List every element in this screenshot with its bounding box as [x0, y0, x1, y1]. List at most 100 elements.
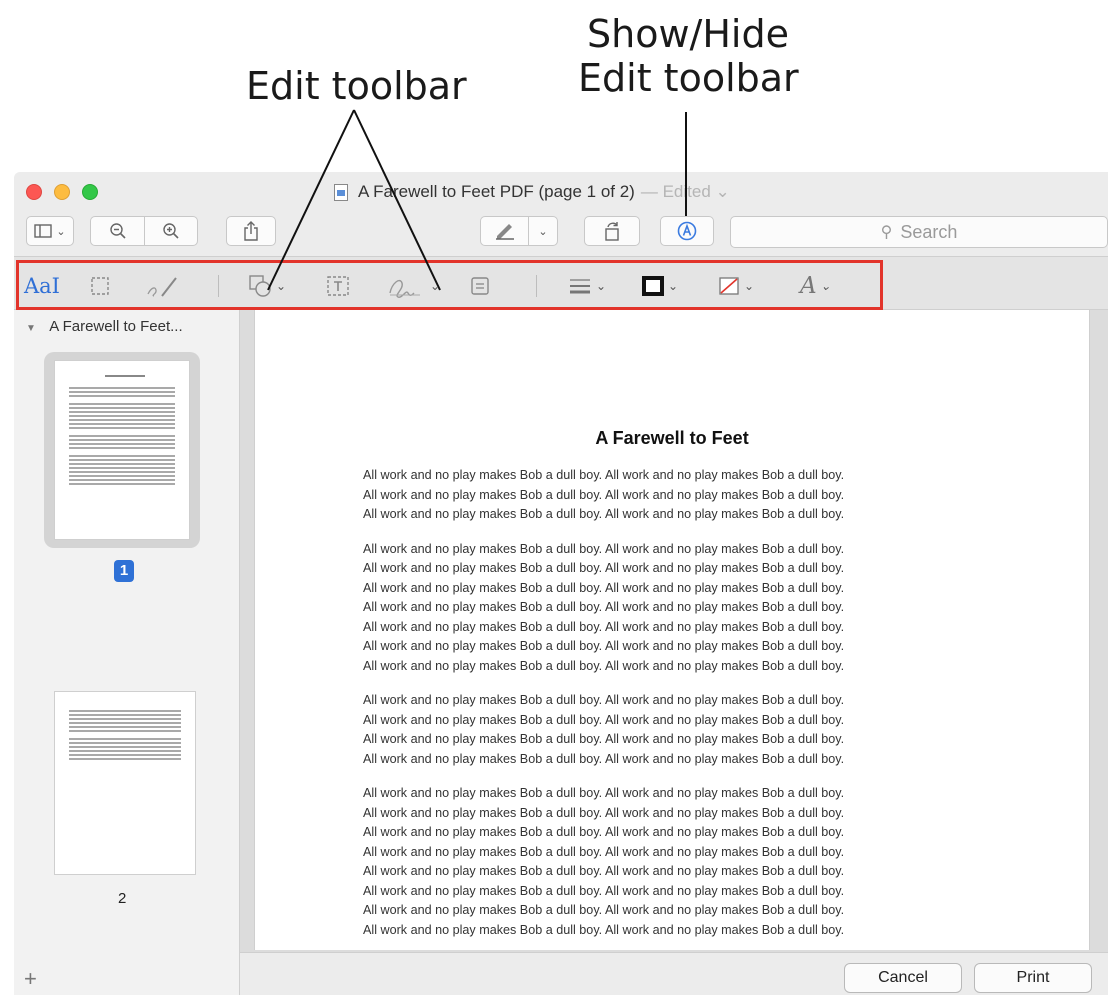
highlight-pen-icon	[495, 224, 514, 240]
rotate-icon	[605, 222, 619, 241]
text-line: All work and no play makes Bob a dull bo…	[363, 805, 845, 820]
thumbnail-line	[69, 443, 175, 445]
thumbnail-line	[69, 427, 175, 429]
thumbnail-line	[69, 475, 175, 477]
thumbnail-sidebar: ▼ A Farewell to Feet... 1 2 +	[14, 310, 240, 995]
paragraph: All work and no play makes Bob a dull bo…	[363, 784, 1003, 940]
add-icon[interactable]: +	[24, 966, 37, 992]
title-bar: A Farewell to Feet PDF (page 1 of 2) — E…	[14, 172, 1108, 212]
thumbnail-line	[69, 403, 175, 405]
thumbnail-line	[69, 718, 181, 720]
thumbnail-line	[69, 435, 175, 437]
search-field[interactable]: ⚲ Search	[730, 216, 1108, 248]
bottom-bar: Cancel Print	[240, 952, 1108, 995]
zoom-out-button[interactable]	[90, 216, 144, 246]
show-hide-callout-line2: Edit toolbar	[578, 56, 799, 100]
text-line: All work and no play makes Bob a dull bo…	[363, 751, 845, 766]
window-title: A Farewell to Feet PDF (page 1 of 2) — E…	[334, 182, 730, 202]
text-line: All work and no play makes Bob a dull bo…	[363, 468, 845, 482]
thumbnail-line	[69, 407, 175, 409]
pdf-document-icon	[334, 183, 348, 201]
thumbnail-line	[69, 722, 181, 724]
thumbnail-line	[69, 439, 175, 441]
text-line: All work and no play makes Bob a dull bo…	[363, 639, 845, 653]
text-line: All work and no play makes Bob a dull bo…	[363, 541, 845, 556]
thumbnail-line	[69, 459, 175, 461]
text-line: All work and no play makes Bob a dull bo…	[363, 844, 845, 859]
print-button[interactable]: Print	[974, 963, 1092, 993]
thumbnail-line	[69, 730, 181, 732]
text-line: All work and no play makes Bob a dull bo…	[363, 487, 845, 502]
chevron-down-icon: ⌄	[715, 182, 730, 201]
zoom-in-icon	[163, 223, 179, 239]
share-button[interactable]	[226, 216, 276, 246]
show-hide-edit-toolbar-callout: Show/Hide Edit toolbar	[578, 12, 799, 100]
thumbnail-line	[69, 415, 175, 417]
thumbnail-line	[69, 758, 181, 760]
thumbnail-line	[69, 423, 175, 425]
text-line: All work and no play makes Bob a dull bo…	[363, 561, 845, 575]
text-line: All work and no play makes Bob a dull bo…	[363, 786, 845, 800]
thumbnail-line	[69, 746, 181, 748]
thumbnail-line	[69, 738, 181, 740]
thumbnail-lines	[69, 710, 181, 762]
thumbnail-line	[69, 754, 181, 756]
thumbnail-line	[69, 710, 181, 712]
text-line: All work and no play makes Bob a dull bo…	[363, 864, 845, 878]
rotate-button[interactable]	[584, 216, 640, 246]
page-number-2: 2	[118, 890, 127, 907]
text-line: All work and no play makes Bob a dull bo…	[363, 825, 845, 839]
thumbnail-line	[69, 483, 175, 485]
sidebar-document-name: A Farewell to Feet...	[49, 318, 183, 335]
main-toolbar: ⌄ ⌄ ⚲ Search	[14, 212, 1108, 256]
edited-status[interactable]: — Edited ⌄	[641, 182, 730, 202]
document-view[interactable]: A Farewell to Feet All work and no play …	[240, 310, 1108, 995]
page-number-1: 1	[114, 560, 134, 582]
sidebar-view-button[interactable]: ⌄	[26, 216, 74, 246]
sidebar-document-header[interactable]: ▼ A Farewell to Feet...	[26, 318, 183, 335]
thumbnail-line	[69, 750, 181, 752]
thumbnail-line	[69, 391, 175, 393]
edit-toolbar-callout: Edit toolbar	[246, 64, 467, 108]
thumbnail-line	[69, 447, 175, 449]
text-line: All work and no play makes Bob a dull bo…	[363, 580, 845, 595]
text-line: All work and no play makes Bob a dull bo…	[363, 658, 845, 673]
zoom-window-button[interactable]	[82, 184, 98, 200]
thumbnail-lines	[69, 387, 175, 487]
minimize-button[interactable]	[54, 184, 70, 200]
share-icon	[244, 221, 258, 241]
chevron-down-icon: ⌄	[56, 225, 66, 238]
sidebar-view-icon	[34, 224, 53, 238]
page-thumbnail-1[interactable]	[54, 360, 190, 540]
paragraph: All work and no play makes Bob a dull bo…	[363, 691, 1003, 769]
close-button[interactable]	[26, 184, 42, 200]
cancel-button[interactable]: Cancel	[844, 963, 962, 993]
thumbnail-line	[69, 471, 175, 473]
zoom-in-button[interactable]	[144, 216, 198, 246]
thumbnail-line	[69, 463, 175, 465]
search-placeholder: Search	[900, 221, 958, 242]
thumbnail-line	[69, 726, 181, 728]
highlight-menu-button[interactable]: ⌄	[528, 216, 558, 246]
edit-toolbar-highlight	[16, 260, 883, 310]
preview-window: A Farewell to Feet PDF (page 1 of 2) — E…	[14, 172, 1108, 995]
edited-label: — Edited	[640, 182, 711, 201]
chevron-down-icon: ⌄	[538, 225, 548, 238]
markup-icon	[677, 221, 697, 241]
thumbnail-line	[69, 387, 175, 389]
thumbnail-line	[69, 742, 181, 744]
thumbnail-line	[69, 455, 175, 457]
window-title-text: A Farewell to Feet PDF (page 1 of 2)	[358, 182, 635, 201]
thumbnail-line	[69, 467, 175, 469]
highlight-button[interactable]	[480, 216, 528, 246]
page-thumbnail-2[interactable]	[54, 691, 196, 875]
show-hide-markup-toolbar-button[interactable]	[660, 216, 714, 246]
disclosure-triangle-icon[interactable]: ▼	[26, 323, 36, 334]
text-line: All work and no play makes Bob a dull bo…	[363, 922, 845, 937]
pdf-page: A Farewell to Feet All work and no play …	[254, 310, 1090, 950]
text-line: All work and no play makes Bob a dull bo…	[363, 693, 845, 707]
text-line: All work and no play makes Bob a dull bo…	[363, 507, 845, 521]
thumbnail-line	[69, 419, 175, 421]
show-hide-callout-line1: Show/Hide	[587, 12, 789, 56]
text-line: All work and no play makes Bob a dull bo…	[363, 883, 845, 898]
